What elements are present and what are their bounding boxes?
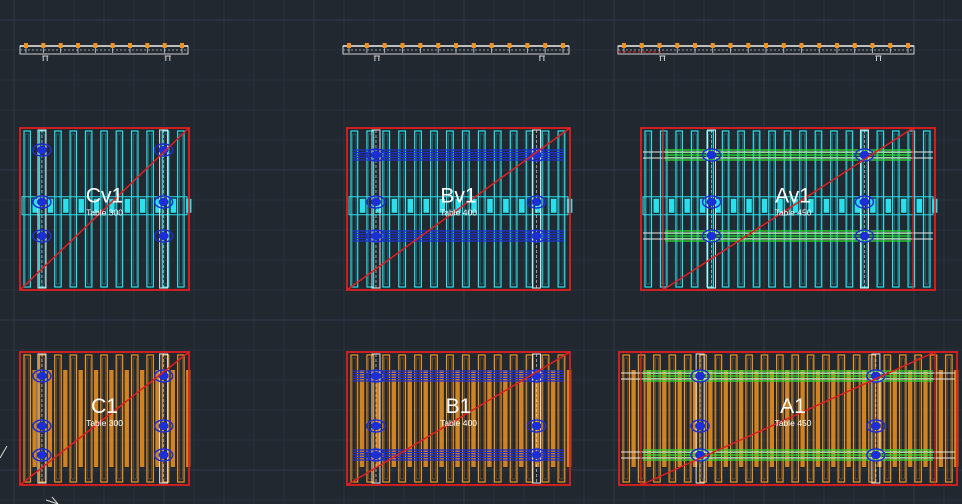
panel-subtitle: Table 400	[440, 418, 477, 428]
elevation-b[interactable]	[342, 43, 570, 61]
panel-c1[interactable]: C1Table 300	[19, 351, 191, 486]
panel-b1[interactable]: B1Table 400	[346, 351, 572, 486]
panel-subtitle: Table 450	[775, 208, 812, 218]
drawing-svg: Cv1Table 300 Bv1Table 400 Av1Table 450 C…	[0, 0, 962, 504]
panel-title: C1	[91, 395, 118, 418]
panel-title: Bv1	[440, 185, 476, 208]
panel-title: Av1	[775, 185, 811, 208]
panel-title: A1	[780, 395, 806, 418]
panel-a1[interactable]: A1Table 450	[618, 351, 959, 486]
panel-cv1[interactable]: Cv1Table 300	[19, 127, 192, 291]
panel-title: B1	[446, 395, 472, 418]
cad-drawing-canvas[interactable]: Cv1 Table 300 Bv1 Table 400 Av1 Table 450 C…	[0, 0, 962, 504]
panel-subtitle: Table 300	[86, 208, 123, 218]
panel-bv1[interactable]: Bv1Table 400	[346, 127, 573, 291]
panel-title: Cv1	[86, 185, 123, 208]
panel-subtitle: Table 300	[86, 418, 123, 428]
panel-subtitle: Table 450	[775, 418, 812, 428]
panel-subtitle: Table 400	[440, 208, 477, 218]
elevation-a[interactable]	[617, 43, 915, 61]
panel-av1[interactable]: Av1Table 450	[640, 127, 938, 291]
